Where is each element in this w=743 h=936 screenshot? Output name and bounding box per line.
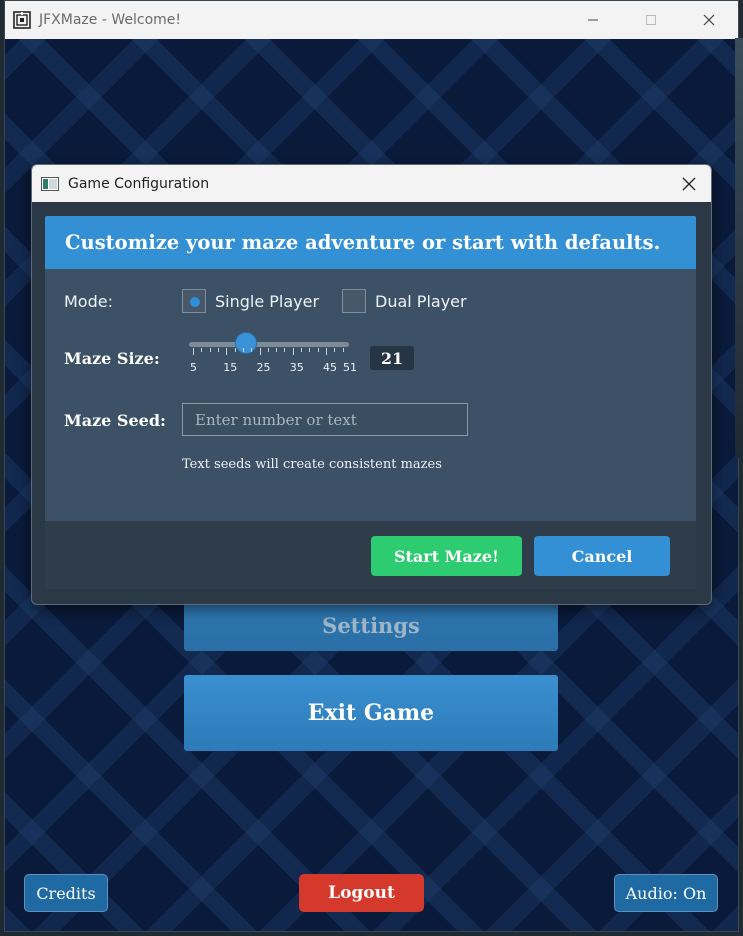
slider-tick — [267, 348, 269, 352]
dialog-titlebar: Game Configuration — [32, 165, 711, 202]
maze-size-value: 21 — [370, 346, 414, 370]
minimize-icon — [588, 19, 598, 21]
slider-tick — [276, 348, 278, 352]
logout-button[interactable]: Logout — [299, 874, 424, 912]
slider-tick — [209, 348, 211, 352]
maze-seed-input[interactable] — [182, 403, 468, 436]
dialog-close-button[interactable] — [667, 165, 711, 202]
slider-tick — [284, 348, 286, 352]
slider-tick — [317, 348, 319, 352]
slider-tick — [226, 348, 228, 355]
dialog-title: Game Configuration — [68, 175, 210, 192]
window-titlebar: JFXMaze - Welcome! — [5, 1, 738, 39]
dual-player-label[interactable]: Dual Player — [375, 292, 467, 311]
slider-tick — [251, 348, 253, 352]
single-player-label[interactable]: Single Player — [215, 292, 319, 311]
maze-size-label: Maze Size: — [64, 349, 160, 368]
maximize-button[interactable] — [622, 1, 680, 39]
single-player-radio[interactable] — [182, 289, 206, 313]
slider-tick — [334, 348, 336, 352]
slider-tick-label: 25 — [256, 361, 271, 374]
mode-label: Mode: — [64, 292, 113, 311]
slider-tick — [342, 348, 344, 352]
slider-tick — [201, 348, 203, 352]
maze-seed-label: Maze Seed: — [64, 411, 166, 430]
maze-size-slider-thumb[interactable] — [235, 332, 258, 354]
window-title: JFXMaze - Welcome! — [39, 12, 181, 28]
maze-app-icon — [13, 11, 31, 29]
slider-tick — [326, 348, 328, 355]
cancel-button[interactable]: Cancel — [534, 536, 670, 576]
slider-tick-label: 35 — [289, 361, 304, 374]
exit-game-button[interactable]: Exit Game — [184, 675, 558, 751]
slider-tick-label: 15 — [223, 361, 238, 374]
config-panel: Customize your maze adventure or start w… — [45, 216, 696, 589]
dialog-footer: Start Maze! Cancel — [45, 521, 696, 589]
slider-tick-label: 45 — [323, 361, 338, 374]
config-banner: Customize your maze adventure or start w… — [45, 216, 696, 269]
slider-tick — [292, 348, 294, 355]
close-icon — [703, 14, 715, 26]
slider-tick — [234, 348, 236, 352]
audio-toggle-button[interactable]: Audio: On — [614, 874, 718, 912]
start-maze-button[interactable]: Start Maze! — [371, 536, 522, 576]
slider-tick — [301, 348, 303, 352]
slider-tick-label: 51 — [343, 361, 357, 374]
slider-tick-label: 5 — [190, 361, 197, 374]
maze-size-slider-track[interactable] — [189, 342, 349, 347]
slider-tick — [193, 348, 194, 355]
seed-hint-text: Text seeds will create consistent mazes — [182, 457, 442, 472]
slider-tick — [309, 348, 311, 352]
dual-player-radio[interactable] — [342, 289, 366, 313]
maximize-icon — [646, 15, 656, 25]
close-icon — [682, 177, 696, 190]
slider-tick — [259, 348, 261, 355]
game-configuration-dialog: Game Configuration Customize your maze a… — [31, 164, 712, 605]
radio-selected-dot — [190, 297, 200, 307]
minimize-button[interactable] — [564, 1, 622, 39]
credits-button[interactable]: Credits — [24, 874, 108, 912]
dialog-window-icon — [41, 176, 59, 191]
background-window-edge — [735, 38, 743, 458]
settings-button[interactable]: Settings — [184, 599, 558, 651]
slider-tick — [217, 348, 219, 352]
slider-tick — [242, 348, 244, 352]
close-window-button[interactable] — [680, 1, 738, 39]
